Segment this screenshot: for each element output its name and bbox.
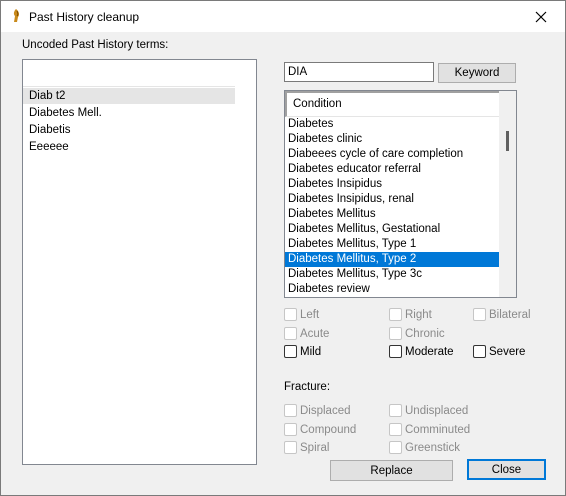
list-item[interactable]: Diabetes Insipidus, renal [285, 192, 500, 207]
list-item[interactable]: Diabetes Mellitus, Type 3c [285, 267, 500, 282]
app-icon [9, 8, 25, 24]
checkbox-label: Mild [300, 345, 322, 358]
checkbox-label: Undisplaced [405, 404, 469, 417]
displaced-checkbox[interactable]: Displaced [284, 404, 351, 417]
replace-button[interactable]: Replace [330, 460, 453, 481]
checkbox-box[interactable] [284, 308, 297, 321]
acute-checkbox[interactable]: Acute [284, 327, 329, 340]
close-button[interactable]: Close [467, 459, 546, 480]
checkbox-label: Right [405, 308, 432, 321]
close-icon [535, 11, 547, 22]
close-window-button[interactable] [519, 1, 563, 32]
chronic-checkbox[interactable]: Chronic [389, 327, 445, 340]
dialog-window: Past History cleanup Uncoded Past Histor… [0, 0, 566, 496]
spiral-checkbox[interactable]: Spiral [284, 441, 329, 454]
checkbox-box[interactable] [284, 404, 297, 417]
moderate-checkbox[interactable]: Moderate [389, 345, 454, 358]
checkbox-label: Compound [300, 423, 357, 436]
list-spacer [23, 60, 235, 87]
comminuted-checkbox[interactable]: Comminuted [389, 423, 470, 436]
right-checkbox[interactable]: Right [389, 308, 432, 321]
bilateral-checkbox[interactable]: Bilateral [473, 308, 531, 321]
title-bar: Past History cleanup [1, 1, 565, 32]
checkbox-label: Acute [300, 327, 330, 340]
checkbox-label: Moderate [405, 345, 454, 358]
checkbox-box[interactable] [389, 423, 402, 436]
list-item[interactable]: Diabetes clinic [285, 132, 500, 147]
list-item[interactable]: Diabetes Mellitus [285, 207, 500, 222]
list-item[interactable]: Diabetes Mellitus, Type 1 [285, 237, 500, 252]
checkbox-box[interactable] [284, 327, 297, 340]
list-item[interactable]: Diabetes Mell. [29, 107, 102, 119]
checkbox-label: Greenstick [405, 441, 460, 454]
left-checkbox[interactable]: Left [284, 308, 319, 321]
checkbox-label: Displaced [300, 404, 351, 417]
checkbox-box[interactable] [389, 441, 402, 454]
condition-column-header[interactable]: Condition [285, 91, 500, 117]
fracture-label: Fracture: [284, 381, 331, 393]
checkbox-label: Spiral [300, 441, 330, 454]
checkbox-box[interactable] [389, 308, 402, 321]
vertical-scrollbar[interactable] [499, 91, 516, 297]
list-item[interactable]: Diabetes [285, 117, 500, 132]
uncoded-terms-list[interactable]: Diab t2 Diabetes Mell. Diabetis Eeeeee [22, 59, 257, 465]
list-item[interactable]: Diabetes Mellitus, Gestational [285, 222, 500, 237]
search-input[interactable]: DIA [284, 62, 434, 82]
list-item[interactable]: Eeeeee [29, 141, 69, 153]
compound-checkbox[interactable]: Compound [284, 423, 356, 436]
list-item[interactable]: Diabetis [29, 124, 71, 136]
list-item[interactable]: Diabeees cycle of care completion [285, 147, 500, 162]
checkbox-box[interactable] [284, 423, 297, 436]
keyword-button[interactable]: Keyword [438, 63, 516, 83]
uncoded-terms-label: Uncoded Past History terms: [22, 39, 169, 51]
severe-checkbox[interactable]: Severe [473, 345, 525, 358]
checkbox-label: Comminuted [405, 423, 471, 436]
checkbox-box[interactable] [284, 441, 297, 454]
checkbox-label: Left [300, 308, 320, 321]
list-item[interactable]: Diabetes Insipidus [285, 177, 500, 192]
checkbox-box[interactable] [284, 345, 297, 358]
list-item[interactable]: Diab t2 [29, 90, 65, 102]
checkbox-label: Bilateral [489, 308, 531, 321]
scrollbar-thumb[interactable] [506, 131, 509, 151]
checkbox-box[interactable] [473, 308, 486, 321]
checkbox-box[interactable] [389, 404, 402, 417]
checkbox-box[interactable] [473, 345, 486, 358]
checkbox-box[interactable] [389, 345, 402, 358]
window-title: Past History cleanup [29, 10, 140, 24]
condition-list[interactable]: Condition Diabetes Diabetes clinic Diabe… [284, 90, 517, 298]
checkbox-label: Chronic [405, 327, 445, 340]
list-item-selected[interactable]: Diabetes Mellitus, Type 2 [285, 252, 500, 267]
list-item[interactable]: Diabetes educator referral [285, 162, 500, 177]
checkbox-label: Severe [489, 345, 526, 358]
mild-checkbox[interactable]: Mild [284, 345, 321, 358]
list-item[interactable]: Diabetes review [285, 282, 500, 297]
greenstick-checkbox[interactable]: Greenstick [389, 441, 460, 454]
undisplaced-checkbox[interactable]: Undisplaced [389, 404, 468, 417]
checkbox-box[interactable] [389, 327, 402, 340]
